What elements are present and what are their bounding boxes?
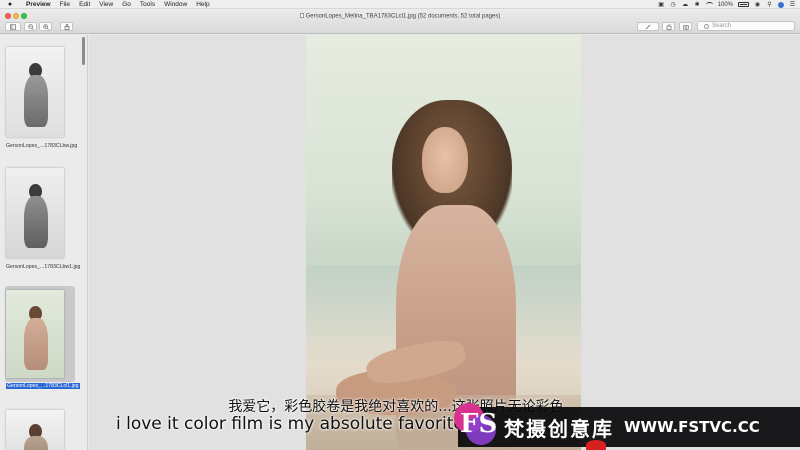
menu-edit[interactable]: Edit bbox=[79, 1, 90, 8]
camera-icon bbox=[682, 24, 689, 29]
sidebar-toggle-button[interactable] bbox=[5, 22, 21, 31]
menu-file[interactable]: File bbox=[60, 1, 70, 8]
spotlight-icon[interactable]: ⚲ bbox=[766, 2, 773, 8]
thumbnail-3-label[interactable]: GersonLopes_...1783CLcl1.jpg bbox=[6, 383, 80, 389]
subtitle-english: i love it color film is my absolute favo… bbox=[116, 414, 476, 434]
window-toolbar: GersonLopes_Melina_TBA1783CLcl1.jpg (52 … bbox=[0, 9, 800, 34]
pen-icon bbox=[645, 24, 651, 29]
thumbnail-3[interactable] bbox=[6, 290, 64, 378]
status-area: ▣ ◷ ☁ ✱ 100% ◉ ⚲ ☰ bbox=[658, 0, 796, 9]
thumbnail-2[interactable] bbox=[6, 168, 64, 258]
fs-logo-icon: FS bbox=[454, 403, 498, 447]
thumbnail-1[interactable] bbox=[6, 47, 64, 137]
window-title: GersonLopes_Melina_TBA1783CLcl1.jpg (52 … bbox=[0, 13, 800, 20]
battery-icon[interactable] bbox=[738, 2, 749, 7]
siri-icon[interactable] bbox=[778, 1, 784, 8]
zoom-out-icon bbox=[27, 23, 34, 30]
watermark-banner: FS 梵摄创意库 WWW.FSTVC.CC bbox=[454, 403, 800, 447]
thumbnail-1-label[interactable]: GersonLopes_...1783CLbw.jpg bbox=[6, 143, 82, 149]
battery-percent: 100% bbox=[717, 1, 733, 8]
watermark-brand-name: 梵摄创意库 bbox=[504, 416, 614, 441]
thumbnail-figure bbox=[24, 196, 48, 248]
document-icon bbox=[299, 13, 304, 18]
zoom-in-icon bbox=[42, 23, 49, 30]
thumbnail-figure bbox=[24, 75, 48, 127]
apple-menu-icon[interactable]: ● bbox=[6, 1, 14, 8]
red-badge-shape bbox=[586, 440, 606, 450]
menu-tools[interactable]: Tools bbox=[140, 1, 155, 8]
preview-app-screen: ● Preview File Edit View Go Tools Window… bbox=[0, 0, 800, 450]
search-placeholder: Search bbox=[712, 23, 732, 29]
photo-face bbox=[422, 127, 468, 193]
thumbnail-4[interactable] bbox=[6, 410, 64, 450]
thumbnail-2-label[interactable]: GersonLopes_...1783CLbw1.jpg bbox=[6, 264, 82, 270]
display-icon[interactable]: ▣ bbox=[658, 2, 665, 8]
zoom-out-button[interactable] bbox=[24, 22, 37, 31]
displayed-photo[interactable] bbox=[306, 35, 581, 450]
watermark-url: WWW.FSTVC.CC bbox=[624, 418, 760, 436]
camera-button[interactable] bbox=[679, 22, 692, 31]
rotate-icon bbox=[666, 23, 671, 30]
cloud-icon[interactable]: ☁ bbox=[682, 2, 689, 8]
share-button[interactable] bbox=[60, 22, 73, 31]
zoom-in-button[interactable] bbox=[39, 22, 52, 31]
menu-app-name[interactable]: Preview bbox=[26, 1, 51, 8]
search-icon bbox=[704, 23, 709, 29]
markup-button[interactable] bbox=[637, 22, 659, 31]
bluetooth-icon[interactable]: ✱ bbox=[694, 2, 701, 8]
window-title-text: GersonLopes_Melina_TBA1783CLcl1.jpg (52 … bbox=[305, 13, 501, 20]
timer-icon[interactable]: ◷ bbox=[670, 2, 677, 8]
sidebar-scrollbar[interactable] bbox=[82, 37, 85, 65]
rotate-button[interactable] bbox=[662, 22, 675, 31]
menu-bar: ● Preview File Edit View Go Tools Window… bbox=[0, 0, 800, 9]
menu-help[interactable]: Help bbox=[196, 1, 209, 8]
logo-letters: FS bbox=[460, 409, 498, 439]
search-input[interactable]: Search bbox=[697, 21, 795, 31]
wifi-icon[interactable] bbox=[705, 2, 713, 7]
share-icon bbox=[64, 23, 69, 30]
menu-view[interactable]: View bbox=[99, 1, 113, 8]
image-viewer[interactable] bbox=[89, 35, 800, 450]
user-icon[interactable]: ◉ bbox=[754, 2, 761, 8]
sidebar-icon bbox=[10, 24, 16, 30]
thumbnail-figure bbox=[24, 318, 48, 370]
menu-window[interactable]: Window bbox=[164, 1, 187, 8]
notification-list-icon[interactable]: ☰ bbox=[789, 2, 796, 8]
thumbnail-figure bbox=[24, 436, 48, 450]
menu-go[interactable]: Go bbox=[122, 1, 131, 8]
